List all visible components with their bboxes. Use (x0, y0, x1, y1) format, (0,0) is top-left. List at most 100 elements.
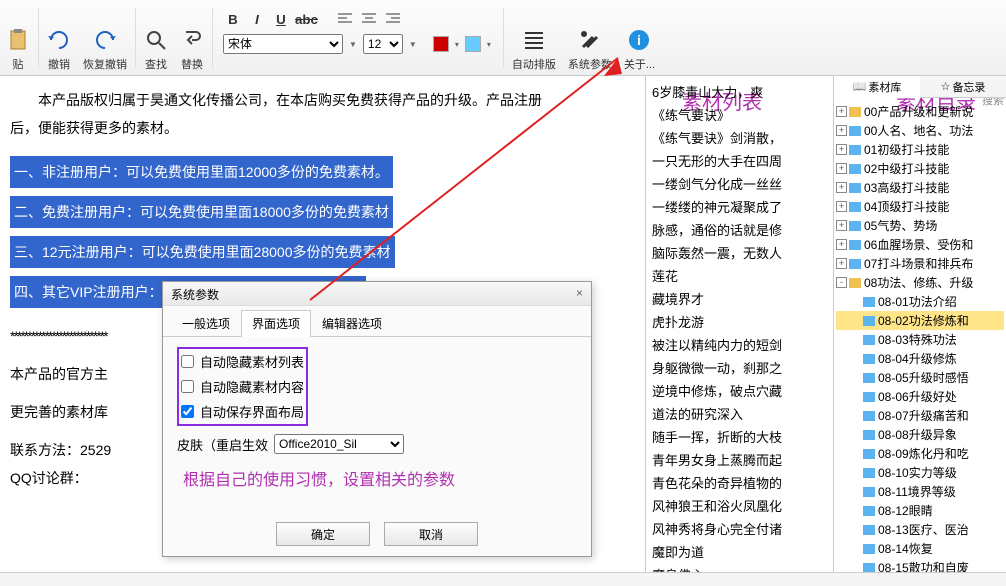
folder-icon (863, 506, 875, 516)
chk-hide-list[interactable] (181, 355, 194, 368)
tree-item[interactable]: +07打斗场景和排兵布 (836, 254, 1004, 273)
redo-button[interactable]: 恢复撤销 (77, 0, 133, 76)
list-item[interactable]: 青年男女身上蒸腾而起 (648, 448, 831, 471)
list-item[interactable]: 《练气要诀》剑消散， (648, 126, 831, 149)
tree-item[interactable]: 08-05升级时感悟 (836, 368, 1004, 387)
list-item[interactable]: 道法的研究深入 (648, 402, 831, 425)
list-item[interactable]: 一缕剑气分化成一丝丝 (648, 172, 831, 195)
list-item[interactable]: 随手一挥，折断的大枝 (648, 425, 831, 448)
tree-toggle[interactable]: + (836, 125, 847, 136)
tab-library[interactable]: 📖素材库 (834, 76, 920, 98)
folder-icon (863, 354, 875, 364)
tree-toggle[interactable]: + (836, 163, 847, 174)
tree-item[interactable]: +00产品升级和更新说 (836, 102, 1004, 121)
tree-item[interactable]: 08-10实力等级 (836, 463, 1004, 482)
font-color-button[interactable] (433, 36, 449, 52)
size-select[interactable]: 12 (363, 34, 403, 54)
sys-params-button[interactable]: 系统参数 (562, 0, 618, 76)
list-item[interactable]: 一只无形的大手在四周 (648, 149, 831, 172)
tree-item[interactable]: +05气势、势场 (836, 216, 1004, 235)
tree-item[interactable]: 08-08升级异象 (836, 425, 1004, 444)
list-item[interactable]: 风神狼王和浴火凤凰化 (648, 494, 831, 517)
list-item[interactable]: 风神秀将身心完全付诸 (648, 517, 831, 540)
bold-button[interactable]: B (223, 10, 243, 28)
paste-icon (6, 28, 30, 52)
tree-label: 08-07升级痛苦和 (878, 407, 969, 424)
replace-button[interactable]: 替换 (174, 0, 210, 76)
editor-line: 后，便能获得更多的素材。 (10, 114, 635, 142)
tree-item[interactable]: +01初级打斗技能 (836, 140, 1004, 159)
list-item[interactable]: 《练气要诀》 (648, 103, 831, 126)
tree-item[interactable]: +06血腥场景、受伤和 (836, 235, 1004, 254)
auto-layout-button[interactable]: 自动排版 (506, 0, 562, 76)
list-item[interactable]: 魔即为道 (648, 540, 831, 563)
list-item[interactable]: 被注以精纯内力的短剑 (648, 333, 831, 356)
list-item[interactable]: 青色花朵的奇异植物的 (648, 471, 831, 494)
tree-label: 08-15散功和自废 (878, 559, 969, 572)
list-item[interactable]: 魔息佛心 (648, 563, 831, 572)
about-button[interactable]: i 关于... (618, 0, 661, 76)
tree-item[interactable]: 08-15散功和自废 (836, 558, 1004, 572)
highlight-color-button[interactable] (465, 36, 481, 52)
tree-item[interactable]: 08-04升级修炼 (836, 349, 1004, 368)
italic-button[interactable]: I (247, 10, 267, 28)
ok-button[interactable]: 确定 (276, 522, 370, 546)
tree-item[interactable]: +02中级打斗技能 (836, 159, 1004, 178)
tree-toggle[interactable]: - (836, 277, 847, 288)
tree-toggle[interactable]: + (836, 144, 847, 155)
tab-general[interactable]: 一般选项 (171, 310, 241, 336)
chk-hide-content[interactable] (181, 380, 194, 393)
tree-toggle[interactable]: + (836, 220, 847, 231)
tree-label: 08-12眼睛 (878, 502, 933, 519)
tree-item[interactable]: +00人名、地名、功法 (836, 121, 1004, 140)
cancel-button[interactable]: 取消 (384, 522, 478, 546)
redo-icon (93, 28, 117, 52)
undo-button[interactable]: 撤销 (41, 0, 77, 76)
tree-item[interactable]: 08-03特殊功法 (836, 330, 1004, 349)
tree-toggle[interactable]: + (836, 182, 847, 193)
tree-item[interactable]: 08-01功法介绍 (836, 292, 1004, 311)
list-item[interactable]: 脉感，通俗的话就是修 (648, 218, 831, 241)
folder-icon (863, 392, 875, 402)
list-item[interactable]: 藏境界才 (648, 287, 831, 310)
align-center-button[interactable] (359, 10, 379, 28)
align-left-button[interactable] (335, 10, 355, 28)
list-item[interactable]: 虎扑龙游 (648, 310, 831, 333)
list-item[interactable]: 身躯微微一动，刹那之 (648, 356, 831, 379)
list-item[interactable]: 一缕缕的神元凝聚成了 (648, 195, 831, 218)
tree-toggle[interactable]: + (836, 258, 847, 269)
chk-save-layout[interactable] (181, 405, 194, 418)
tree-toggle[interactable]: + (836, 239, 847, 250)
tree-item[interactable]: +03高级打斗技能 (836, 178, 1004, 197)
tree-label: 08-11境界等级 (878, 483, 956, 500)
list-item[interactable]: 脑际轰然一震，无数人 (648, 241, 831, 264)
align-right-button[interactable] (383, 10, 403, 28)
list-item[interactable]: 莲花 (648, 264, 831, 287)
tree-item[interactable]: 08-12眼睛 (836, 501, 1004, 520)
tree-item[interactable]: 08-06升级好处 (836, 387, 1004, 406)
tree-item[interactable]: 08-09炼化丹和吃 (836, 444, 1004, 463)
tab-ui[interactable]: 界面选项 (241, 310, 311, 337)
underline-button[interactable]: U (271, 10, 291, 28)
tree-toggle[interactable]: + (836, 106, 847, 117)
tree-item[interactable]: 08-13医疗、医治 (836, 520, 1004, 539)
tab-memo[interactable]: ☆备忘录 (920, 76, 1006, 97)
find-button[interactable]: 查找 (138, 0, 174, 76)
skin-select[interactable]: Office2010_Sil (274, 434, 404, 454)
list-item[interactable]: 逆境中修炼，破点穴藏 (648, 379, 831, 402)
tab-editor[interactable]: 编辑器选项 (311, 310, 393, 336)
list-item[interactable]: 6岁膝青山大力，爽 (648, 80, 831, 103)
tree-toggle[interactable]: + (836, 201, 847, 212)
dialog-close-button[interactable]: × (576, 286, 583, 301)
tree-item[interactable]: - 08功法、修练、升级 (836, 273, 1004, 292)
tree-label: 08-01功法介绍 (878, 293, 957, 310)
tree-item[interactable]: 08-02功法修炼和 (836, 311, 1004, 330)
tree-item[interactable]: 08-14恢复 (836, 539, 1004, 558)
tree-item[interactable]: 08-11境界等级 (836, 482, 1004, 501)
font-select[interactable]: 宋体 (223, 34, 343, 54)
tree-item[interactable]: +04顶级打斗技能 (836, 197, 1004, 216)
paste-button[interactable]: 贴 (0, 0, 36, 76)
tree-label: 08功法、修练、升级 (864, 274, 973, 291)
tree-item[interactable]: 08-07升级痛苦和 (836, 406, 1004, 425)
strike-button[interactable]: abc (295, 10, 315, 28)
